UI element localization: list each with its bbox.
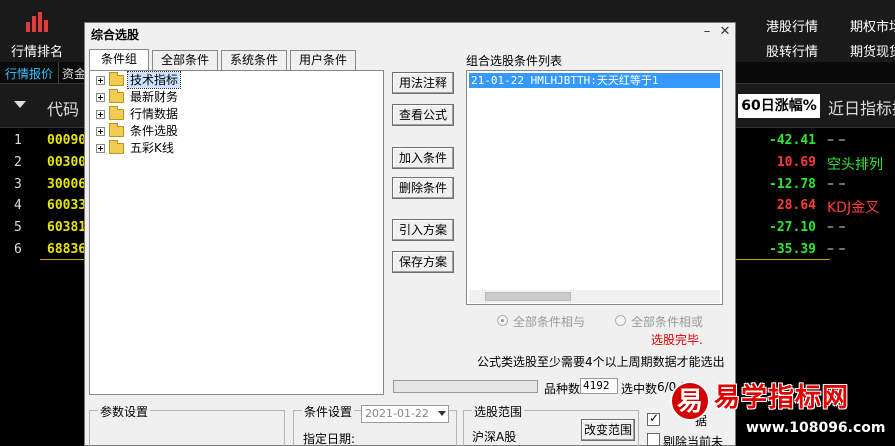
horizontal-scrollbar[interactable]: [469, 290, 720, 303]
sixty-day-change: -35.39: [769, 242, 816, 257]
param-settings-group: 参数设置: [89, 403, 285, 446]
stock-screener-dialog: 综合选股 – ✕ 条件组 全部条件 系统条件 用户条件 技术指标 最新财务 行情…: [84, 22, 736, 446]
add-condition-button[interactable]: 加入条件: [392, 147, 454, 169]
count-label: 品种数: [544, 382, 581, 396]
row-number: 5: [14, 220, 22, 236]
range-value: 沪深A股: [472, 430, 517, 444]
dialog-title: 综合选股: [91, 28, 140, 42]
stock-code: 60033: [47, 198, 87, 214]
tree-label[interactable]: 行情数据: [128, 106, 180, 122]
watermark-title: 易学指标网: [714, 383, 850, 413]
checkbox-1[interactable]: [647, 411, 660, 426]
menu-options[interactable]: 期权市场: [850, 16, 895, 35]
menu-futures[interactable]: 期货现货: [850, 41, 895, 60]
column-60day-change[interactable]: 60日涨幅%: [738, 94, 820, 118]
radio-label: 全部条件相与: [513, 315, 586, 329]
row-number: 3: [14, 176, 22, 192]
dialog-titlebar[interactable]: 综合选股 – ✕: [85, 23, 735, 43]
list-item[interactable]: 21-01-22 HMLHJBTTH:天天红等于1: [469, 73, 720, 88]
chevron-down-icon[interactable]: [438, 411, 446, 416]
radio-dot-icon[interactable]: [497, 315, 508, 326]
row-number: 6: [14, 242, 22, 257]
folder-icon: [109, 140, 124, 154]
menu-hk-stocks[interactable]: 港股行情: [766, 16, 818, 35]
expand-icon[interactable]: [96, 76, 105, 85]
folder-icon: [109, 106, 124, 120]
tree-label[interactable]: 技术指标: [126, 71, 182, 89]
expand-icon[interactable]: [96, 110, 105, 119]
indicator-text: KDJ金叉: [827, 200, 880, 217]
folder-icon: [109, 123, 124, 137]
indicator-text: – –: [827, 241, 846, 257]
date-label: 指定日期:: [303, 432, 356, 446]
date-input[interactable]: 2021-01-22: [361, 405, 449, 423]
ranking-chart-icon[interactable]: [26, 12, 48, 32]
condition-settings-title: 条件设置: [302, 403, 355, 420]
column-code[interactable]: 代码: [47, 96, 79, 120]
tab-all-conditions[interactable]: 全部条件: [152, 50, 218, 70]
stock-code: 60381: [47, 220, 87, 236]
param-settings-title: 参数设置: [98, 403, 151, 420]
indicator-text: 空头排列: [827, 156, 883, 173]
stock-code: 30006: [47, 176, 87, 192]
indicator-text: – –: [827, 219, 846, 236]
radio-dot-icon[interactable]: [615, 315, 626, 326]
sixty-day-change: -42.41: [769, 133, 816, 148]
delete-condition-button[interactable]: 删除条件: [392, 177, 454, 199]
tree-label[interactable]: 条件选股: [128, 123, 180, 139]
condition-tree[interactable]: 技术指标 最新财务 行情数据 条件选股 五彩K线: [89, 70, 384, 395]
tree-label[interactable]: 五彩K线: [128, 140, 176, 156]
status-text: 选股完毕.: [651, 333, 703, 347]
expand-icon[interactable]: [96, 93, 105, 102]
expand-icon[interactable]: [96, 127, 105, 136]
checkbox-2-label: 剔除当前未: [663, 435, 724, 446]
date-value: 2021-01-22: [365, 407, 429, 420]
stock-code: 00300: [47, 154, 87, 170]
indicator-text: – –: [827, 175, 846, 192]
screen: 行情排名 港股行情 期权市场 股转行情 期货现货 行情报价 资金 代码 60日涨…: [0, 0, 895, 446]
stock-code: 00090: [47, 133, 87, 148]
folder-icon: [109, 89, 124, 103]
tab-quotes[interactable]: 行情报价: [0, 62, 60, 84]
change-range-button[interactable]: 改变范围: [581, 419, 635, 441]
import-plan-button[interactable]: 引入方案: [392, 219, 454, 241]
folder-icon: [109, 72, 124, 86]
expand-icon[interactable]: [96, 144, 105, 153]
sixty-day-change: -27.10: [769, 220, 816, 236]
indicator-text: – –: [827, 132, 846, 148]
sort-down-icon[interactable]: [14, 101, 26, 108]
tab-condition-group[interactable]: 条件组: [89, 49, 149, 70]
count-value: 4192: [580, 378, 618, 394]
menu-ranking[interactable]: 行情排名: [11, 41, 63, 60]
radio-label: 全部条件相或: [631, 315, 704, 329]
tree-label[interactable]: 最新财务: [128, 89, 180, 105]
view-formula-button[interactable]: 查看公式: [392, 104, 454, 126]
progress-bar: [393, 380, 538, 393]
usage-notes-button[interactable]: 用法注释: [392, 72, 454, 94]
sixty-day-change: -12.78: [769, 176, 816, 192]
row-number: 1: [14, 133, 22, 148]
save-plan-button[interactable]: 保存方案: [392, 251, 454, 273]
minimize-button[interactable]: –: [699, 24, 715, 40]
stock-code: 68836: [47, 242, 87, 257]
row-number: 2: [14, 154, 22, 170]
tab-user-conditions[interactable]: 用户条件: [290, 50, 356, 70]
tab-system-conditions[interactable]: 系统条件: [221, 50, 287, 70]
selected-label: 选中数: [621, 382, 658, 396]
watermark-logo: 易: [670, 381, 710, 421]
sixty-day-change: 10.69: [776, 154, 816, 170]
formula-note: 公式类选股至少需要4个以上周期数据才能选出: [477, 355, 725, 369]
watermark-url: www.108096.com: [746, 420, 886, 436]
range-title: 选股范围: [472, 403, 525, 420]
column-recent-indicator[interactable]: 近日指标提: [828, 95, 895, 119]
close-button[interactable]: ✕: [717, 24, 733, 40]
sixty-day-change: 28.64: [776, 198, 816, 214]
checkbox-2[interactable]: [647, 433, 660, 446]
condition-list[interactable]: 21-01-22 HMLHJBTTH:天天红等于1: [466, 70, 723, 305]
scrollbar-thumb[interactable]: [485, 292, 571, 301]
menu-neeq[interactable]: 股转行情: [766, 41, 818, 60]
condition-list-title: 组合选股条件列表: [466, 54, 563, 68]
row-number: 4: [14, 198, 22, 214]
